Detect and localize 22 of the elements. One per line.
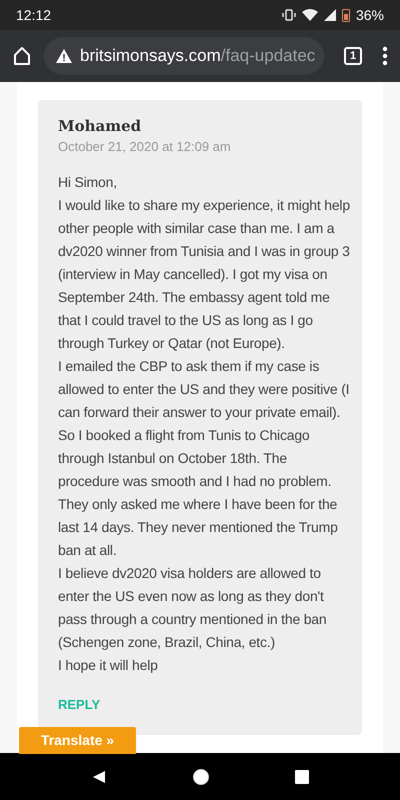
vibrate-icon xyxy=(282,9,296,21)
signal-icon xyxy=(324,9,336,21)
comment-date: October 21, 2020 at 12:09 am xyxy=(58,138,232,156)
menu-icon[interactable] xyxy=(382,46,388,66)
battery-percent: 36% xyxy=(356,6,384,24)
comment-paragraph: I hope it will help xyxy=(58,656,159,675)
comment-paragraph: I emailed the CBP to ask them if my case is allowed to enter the US and they were positive (I can forward their answer to your private email). So I booked a flight from Tunis to Chicago through Istanbul on October 18th. The procedure was smooth and I had no problem. They only asked me where I have been for the last 14 days. They never mentioned the Trump ban at all. xyxy=(58,357,350,560)
wifi-icon xyxy=(302,9,318,21)
comment-paragraph: I believe dv2020 visa holders are allowed to enter the US even now as long as they don't pass through a country mentioned in the ban (Schengen zone, Brazil, China, etc.) xyxy=(58,564,328,652)
warning-icon xyxy=(56,49,72,63)
comment-paragraph: Hi Simon, xyxy=(58,173,118,192)
address-bar[interactable]: britsimonsays.com/faq-updatec xyxy=(44,37,324,75)
back-icon[interactable] xyxy=(90,768,107,784)
home-icon[interactable] xyxy=(12,46,32,66)
comment-author: Mohamed xyxy=(58,116,142,136)
url-text: britsimonsays.com/faq-updatec xyxy=(80,45,316,68)
comment-paragraph: I would like to share my experience, it might help other people with similar case than me. I am a dv2020 winner from Tunisia and I was in group 3 (interview in May cancelled). I got my visa on September 24th. The embassy agent told me that I could travel to the US as long as I go through Turkey or Qatar (not Europe). xyxy=(58,196,350,353)
clock: 12:12 xyxy=(16,6,52,24)
tab-count-button[interactable]: 1 xyxy=(344,47,362,65)
home-circle-icon[interactable] xyxy=(192,768,210,786)
overview-icon[interactable] xyxy=(295,770,310,784)
battery-icon xyxy=(342,8,350,22)
